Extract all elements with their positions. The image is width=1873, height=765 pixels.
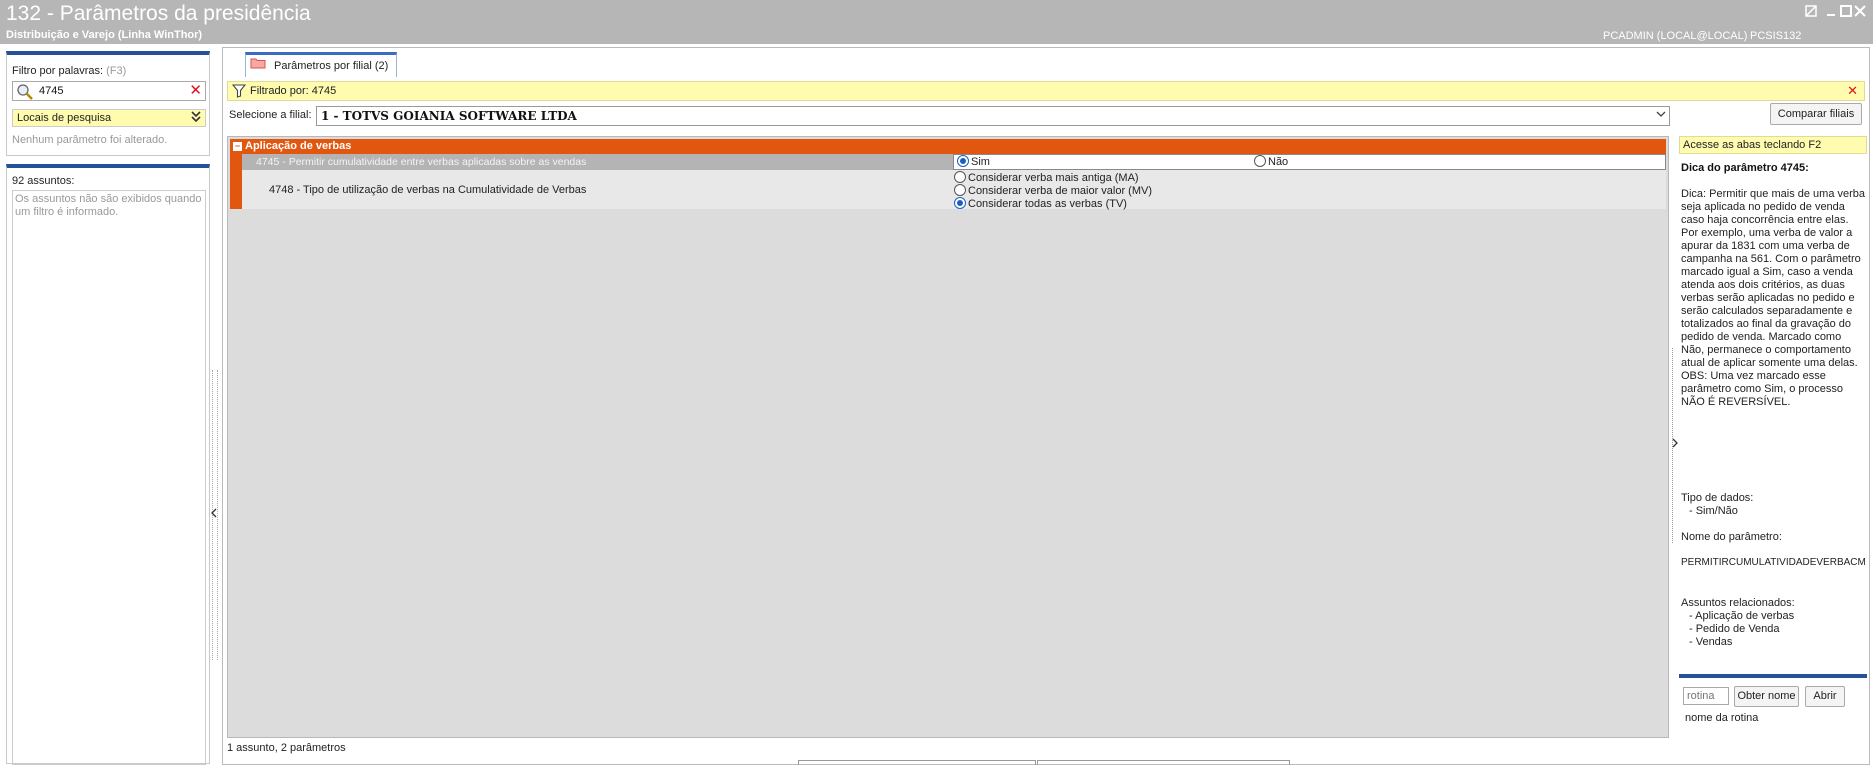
group-indicator — [230, 154, 242, 209]
radio-tv[interactable]: Considerar todas as verbas (TV) — [954, 197, 1127, 211]
main-area: Parâmetros por filial (2) Filtrado por: … — [222, 47, 1870, 765]
filter-label: Filtro por palavras: (F3) — [12, 65, 126, 77]
group-title: Aplicação de verbas — [245, 140, 352, 152]
radio-unselected-icon — [1254, 155, 1266, 167]
subjects-list: Os assuntos não são exibidos quando um f… — [12, 190, 206, 765]
radio-label: Não — [1268, 156, 1289, 168]
user-info: PCADMIN (LOCAL@LOCAL) — [1603, 30, 1748, 42]
radio-label: Considerar verba mais antiga (MA) — [968, 172, 1139, 184]
bottom-strip-left — [798, 760, 1036, 765]
no-param-changed-text: Nenhum parâmetro foi alterado. — [12, 134, 168, 146]
folder-icon — [250, 58, 266, 69]
routine-box: Obter nome Abrir nome da rotina — [1679, 674, 1867, 762]
clear-filter-icon[interactable]: ✕ — [1847, 83, 1858, 99]
radio-unselected-icon — [954, 184, 966, 196]
close-icon[interactable] — [1852, 4, 1868, 20]
clear-search-icon[interactable]: ✕ — [189, 82, 202, 100]
hint-text: Acesse as abas teclando F2 — [1683, 139, 1822, 151]
search-input[interactable]: 4745 ✕ — [12, 81, 206, 101]
title-bar: 132 - Parâmetros da presidência Distribu… — [0, 0, 1873, 44]
routine-code: PCSIS132 — [1750, 30, 1802, 42]
filter-text: Filtrado por: 4745 — [250, 85, 337, 97]
window-subtitle: Distribuição e Varejo (Linha WinThor) — [6, 29, 203, 41]
tab-parametros-por-filial[interactable]: Parâmetros por filial (2) — [245, 52, 397, 77]
routine-input[interactable] — [1683, 687, 1729, 705]
related-subjects-label: Assuntos relacionados: — [1681, 597, 1795, 609]
radio-sim[interactable]: Sim — [957, 155, 990, 169]
collapse-left-icon[interactable] — [211, 508, 217, 521]
radio-label: Considerar todas as verbas (TV) — [968, 198, 1127, 210]
related-subject-item: - Vendas — [1689, 636, 1733, 648]
tip-title: Dica do parâmetro 4745: — [1681, 162, 1809, 174]
param-name-label: Nome do parâmetro: — [1681, 531, 1782, 543]
tip-body: Dica: Permitir que mais de uma verba sej… — [1681, 188, 1866, 408]
active-filter-bar: Filtrado por: 4745 ✕ — [227, 81, 1865, 101]
double-chevron-down-icon — [191, 110, 201, 125]
bottom-strip-right — [1037, 760, 1290, 765]
status-text: 1 assunto, 2 parâmetros — [227, 742, 346, 754]
get-name-button[interactable]: Obter nome — [1734, 686, 1799, 707]
open-button[interactable]: Abrir — [1805, 686, 1845, 707]
routine-name-text: nome da rotina — [1685, 712, 1759, 724]
search-value: 4745 — [39, 85, 64, 97]
radio-selected-icon — [957, 155, 969, 167]
window-title: 132 - Parâmetros da presidência — [6, 2, 311, 25]
filial-label: Selecione a filial: — [229, 109, 312, 121]
tab-label: Parâmetros por filial (2) — [274, 60, 389, 72]
filter-shortcut: (F3) — [106, 65, 127, 77]
tip-panel: Acesse as abas teclando F2 Dica do parâm… — [1679, 136, 1867, 764]
parameters-grid: − Aplicação de verbas 4745 - Permitir cu… — [227, 136, 1669, 738]
param-row[interactable]: 4748 - Tipo de utilização de verbas na C… — [242, 170, 1666, 211]
related-subject-item: - Pedido de Venda — [1689, 623, 1780, 635]
related-subject-item: - Aplicação de verbas — [1689, 610, 1795, 622]
radio-nao[interactable]: Não — [1254, 155, 1288, 169]
subjects-count: 92 assuntos: — [12, 175, 75, 187]
filter-panel: Filtro por palavras: (F3) 4745 ✕ Locais … — [6, 51, 210, 156]
chevron-down-icon — [1656, 110, 1666, 121]
restore-icon[interactable] — [1803, 4, 1819, 20]
param-name-value: PERMITIRCUMULATIVIDADEVERBACM — [1681, 557, 1866, 568]
filial-value: 1 - TOTVS GOIANIA SOFTWARE LTDA — [321, 109, 577, 123]
compare-branches-button[interactable]: Comparar filiais — [1770, 103, 1862, 125]
search-locations-dropdown[interactable]: Locais de pesquisa — [12, 109, 206, 127]
radio-label: Considerar verba de maior valor (MV) — [968, 185, 1153, 197]
hint-bar: Acesse as abas teclando F2 — [1679, 136, 1867, 154]
data-type-value: - Sim/Não — [1689, 505, 1738, 517]
radio-unselected-icon — [954, 171, 966, 183]
radio-mv[interactable]: Considerar verba de maior valor (MV) — [954, 184, 1152, 198]
maximize-icon[interactable] — [1829, 4, 1852, 20]
collapse-right-icon[interactable] — [1672, 438, 1678, 451]
search-locations-label: Locais de pesquisa — [17, 112, 112, 124]
param-label: 4748 - Tipo de utilização de verbas na C… — [269, 184, 587, 196]
radio-ma[interactable]: Considerar verba mais antiga (MA) — [954, 171, 1139, 185]
param-label: 4745 - Permitir cumulatividade entre ver… — [256, 156, 587, 168]
radio-label: Sim — [971, 156, 990, 168]
data-type-label: Tipo de dados: — [1681, 492, 1754, 504]
collapse-group-icon[interactable]: − — [233, 142, 242, 151]
funnel-icon — [232, 84, 246, 98]
subjects-note: Os assuntos não são exibidos quando um f… — [15, 193, 202, 218]
filial-select[interactable]: 1 - TOTVS GOIANIA SOFTWARE LTDA — [316, 106, 1670, 126]
filter-label-text: Filtro por palavras: — [12, 65, 104, 77]
group-header[interactable]: − Aplicação de verbas — [230, 139, 1666, 154]
search-icon — [17, 84, 33, 100]
radio-selected-icon — [954, 197, 966, 209]
subjects-panel: 92 assuntos: Os assuntos não são exibido… — [6, 164, 210, 765]
param-value-editor: Sim Não — [953, 154, 1666, 170]
